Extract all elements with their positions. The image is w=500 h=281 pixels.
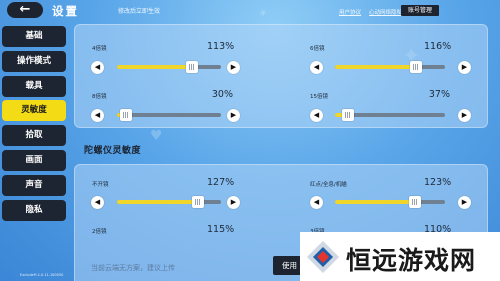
slider-thumb[interactable] — [409, 196, 422, 208]
increase-button[interactable]: ▶ — [227, 109, 240, 122]
chevron-left-icon: ◀ — [94, 198, 101, 206]
slider-fill — [335, 65, 417, 69]
watermark-text: 恒远游戏网 — [346, 246, 477, 275]
sidebar-item[interactable]: 载具 — [2, 75, 66, 97]
settings-sidebar: 基础操作模式载具灵敏度拾取 画面声音隐私 — [2, 26, 66, 224]
slider-track[interactable] — [117, 61, 221, 73]
slider-track[interactable] — [117, 109, 221, 121]
sidebar-item[interactable]: 画面 — [2, 149, 66, 171]
sidebar-item[interactable]: 隐私 — [2, 199, 66, 221]
slider-track[interactable] — [117, 196, 221, 208]
settings-screen: ✶ ✦ ♥ ← 设置 修改后立即生效 用户协议 心动网络隐私政策 账号管理 基础… — [0, 0, 500, 281]
slider-value: 115% — [207, 224, 235, 235]
slider-value: 127% — [207, 177, 235, 188]
slider-label: 15倍镜 — [310, 94, 328, 100]
slider-thumb[interactable] — [342, 109, 355, 121]
decrease-button[interactable]: ◀ — [310, 109, 323, 122]
slider-track[interactable] — [335, 196, 445, 208]
account-management-button[interactable]: 账号管理 — [401, 5, 439, 16]
sidebar-item[interactable]: 声音 — [2, 174, 66, 196]
back-button[interactable]: ← — [7, 2, 43, 18]
sidebar-item[interactable]: 灵敏度 — [2, 100, 66, 122]
chevron-left-icon: ◀ — [94, 63, 101, 71]
sidebar-item[interactable]: 拾取 — [2, 125, 66, 147]
gyro-section-title: 陀螺仪灵敏度 — [84, 146, 142, 156]
decrease-button[interactable]: ◀ — [91, 61, 104, 74]
slider-thumb[interactable] — [120, 109, 133, 121]
slider-label: 红点/全息/机瞄 — [310, 182, 347, 188]
slider-value: 30% — [211, 89, 233, 100]
slider-value: 116% — [424, 41, 452, 52]
slider-thumb[interactable] — [192, 196, 205, 208]
apply-hint: 修改后立即生效 — [118, 8, 161, 15]
slider-value: 37% — [428, 89, 450, 100]
version-label: ExcludeFr.1.0.11.100050 — [20, 273, 64, 277]
slider-thumb[interactable] — [410, 61, 423, 73]
slider-label: 4倍镜 — [92, 46, 107, 52]
chevron-left-icon: ◀ — [313, 198, 320, 206]
slider-label: 6倍镜 — [310, 46, 325, 52]
slider-thumb[interactable] — [185, 61, 198, 73]
back-arrow-icon: ← — [19, 2, 31, 17]
watermark-logo-icon — [307, 241, 339, 273]
slider-label: 2倍镜 — [92, 229, 107, 235]
chevron-right-icon: ▶ — [461, 111, 468, 119]
watermark: 恒远游戏网 — [300, 232, 500, 281]
increase-button[interactable]: ▶ — [458, 109, 471, 122]
chevron-right-icon: ▶ — [461, 198, 468, 206]
cloud-tip: 当前云端无方案，建议上传 — [91, 264, 175, 272]
slider-track[interactable] — [335, 61, 445, 73]
slider-value: 123% — [424, 177, 452, 188]
slider-fill — [117, 65, 192, 69]
increase-button[interactable]: ▶ — [227, 61, 240, 74]
chevron-left-icon: ◀ — [94, 111, 101, 119]
top-bar: ← 设置 修改后立即生效 用户协议 心动网络隐私政策 账号管理 — [0, 0, 500, 22]
sidebar-item[interactable]: 基础 — [2, 26, 66, 47]
decrease-button[interactable]: ◀ — [91, 109, 104, 122]
slider-track[interactable] — [335, 109, 445, 121]
slider-fill — [335, 200, 416, 204]
chevron-left-icon: ◀ — [313, 111, 320, 119]
chevron-left-icon: ◀ — [313, 63, 320, 71]
increase-button[interactable]: ▶ — [458, 61, 471, 74]
decrease-button[interactable]: ◀ — [310, 196, 323, 209]
decrease-button[interactable]: ◀ — [91, 196, 104, 209]
chevron-right-icon: ▶ — [230, 198, 237, 206]
heart-doodle: ♥ — [150, 128, 163, 144]
slider-fill — [117, 200, 199, 204]
slider-label: 不开镜 — [92, 182, 109, 188]
chevron-right-icon: ▶ — [230, 63, 237, 71]
increase-button[interactable]: ▶ — [458, 196, 471, 209]
sidebar-item[interactable]: 操作模式 — [2, 50, 66, 72]
chevron-right-icon: ▶ — [461, 63, 468, 71]
slider-label: 8倍镜 — [92, 94, 107, 100]
page-title: 设置 — [52, 4, 79, 18]
user-agreement-link[interactable]: 用户协议 — [339, 8, 361, 16]
increase-button[interactable]: ▶ — [227, 196, 240, 209]
chevron-right-icon: ▶ — [230, 111, 237, 119]
decrease-button[interactable]: ◀ — [310, 61, 323, 74]
slider-value: 113% — [207, 41, 235, 52]
